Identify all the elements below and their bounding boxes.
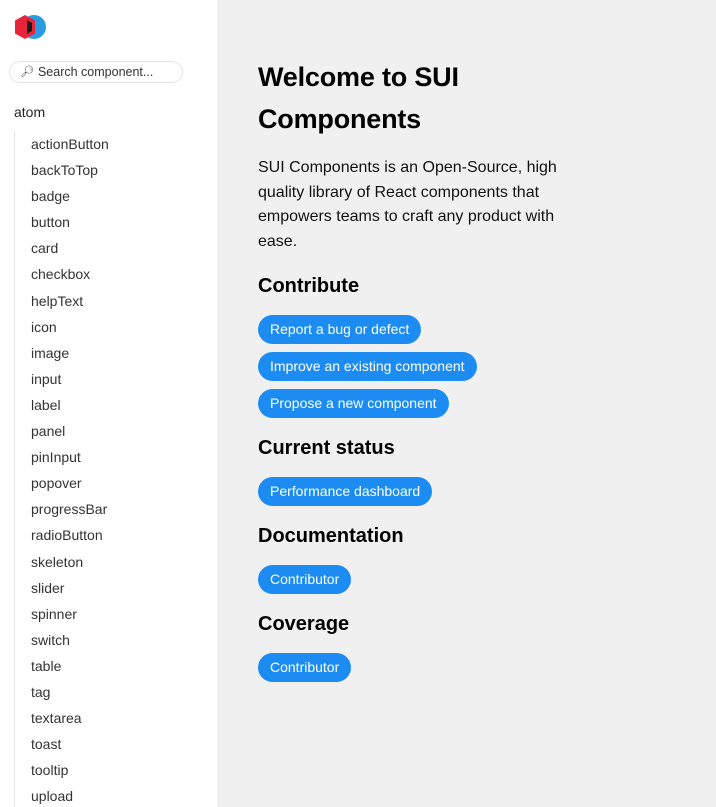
sidebar-item[interactable]: textarea [15, 705, 109, 731]
propose-component-button[interactable]: Propose a new component [258, 389, 449, 418]
sidebar-item[interactable]: button [15, 209, 109, 235]
sidebar-item[interactable]: badge [15, 183, 109, 209]
heading-documentation: Documentation [258, 525, 404, 547]
documentation-buttons: Contributor [258, 565, 588, 594]
heading-current-status: Current status [258, 437, 395, 459]
sidebar-item[interactable]: backToTop [15, 157, 109, 183]
search-box[interactable]: 🔎︎ [9, 61, 183, 83]
sidebar-item[interactable]: switch [15, 627, 109, 653]
search-input[interactable] [37, 65, 178, 79]
sidebar: 🔎︎ atom actionButton backToTop badge but… [0, 0, 217, 807]
sidebar-item[interactable]: input [15, 366, 109, 392]
improve-component-button[interactable]: Improve an existing component [258, 352, 477, 381]
sidebar-item[interactable]: card [15, 235, 109, 261]
performance-dashboard-button[interactable]: Performance dashboard [258, 477, 433, 506]
sidebar-item[interactable]: table [15, 653, 109, 679]
sidebar-item[interactable]: image [15, 340, 109, 366]
sidebar-item[interactable]: upload [15, 783, 109, 807]
component-list: actionButton backToTop badge button card… [14, 131, 109, 807]
report-bug-button[interactable]: Report a bug or defect [258, 315, 422, 344]
main-content: Welcome to SUI Components SUI Components… [217, 0, 716, 807]
sidebar-item[interactable]: popover [15, 470, 109, 496]
sui-logo-icon[interactable] [14, 14, 48, 40]
documentation-contributor-button[interactable]: Contributor [258, 565, 352, 594]
sidebar-item[interactable]: skeleton [15, 549, 109, 575]
sidebar-item[interactable]: helpText [15, 288, 109, 314]
sidebar-item[interactable]: tooltip [15, 757, 109, 783]
intro-text: SUI Components is an Open-Source, high q… [258, 159, 557, 250]
sidebar-item[interactable]: toast [15, 731, 109, 757]
sidebar-item[interactable]: spinner [15, 601, 109, 627]
status-buttons: Performance dashboard [258, 477, 588, 506]
welcome-section: Welcome to SUI Components SUI Components… [258, 56, 588, 682]
sidebar-item[interactable]: icon [15, 314, 109, 340]
sidebar-item[interactable]: label [15, 392, 109, 418]
sidebar-item[interactable]: radioButton [15, 522, 109, 548]
magnifier-icon: 🔎︎ [20, 65, 34, 78]
sidebar-item[interactable]: actionButton [15, 131, 109, 157]
sidebar-item[interactable]: checkbox [15, 261, 109, 287]
contribute-buttons: Report a bug or defect Improve an existi… [258, 315, 588, 418]
heading-contribute: Contribute [258, 275, 360, 297]
sidebar-item[interactable]: panel [15, 418, 109, 444]
page-title: Welcome to SUI Components [258, 62, 459, 134]
coverage-buttons: Contributor [258, 653, 588, 682]
heading-coverage: Coverage [258, 613, 350, 635]
sidebar-item[interactable]: slider [15, 575, 109, 601]
sidebar-item[interactable]: progressBar [15, 496, 109, 522]
app: 🔎︎ atom actionButton backToTop badge but… [0, 0, 716, 807]
sidebar-item[interactable]: tag [15, 679, 109, 705]
sidebar-item[interactable]: pinInput [15, 444, 109, 470]
group-title-atom[interactable]: atom [14, 104, 45, 120]
coverage-contributor-button[interactable]: Contributor [258, 653, 352, 682]
